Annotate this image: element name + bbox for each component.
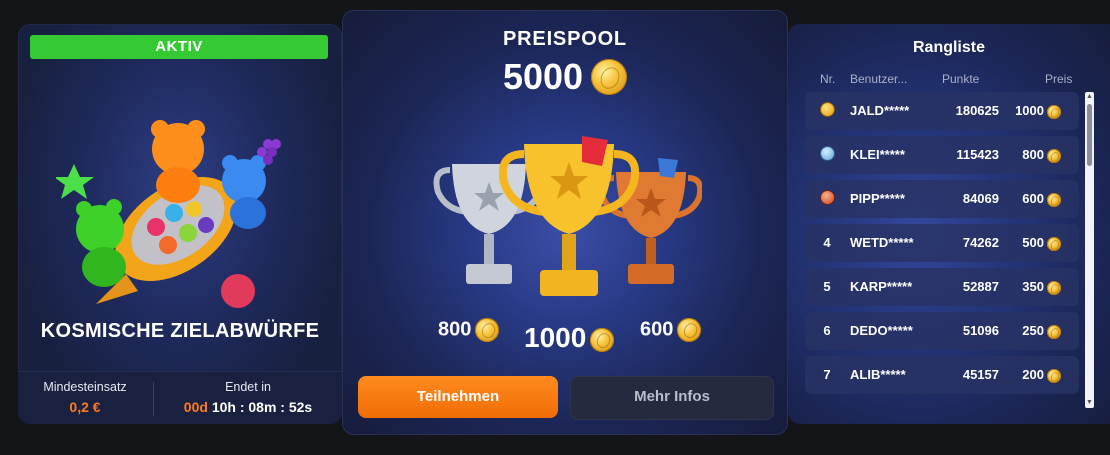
row-rank: 6 <box>823 323 831 338</box>
prize-pool-total: 5000 <box>342 56 788 98</box>
leaderboard-scrollbar[interactable]: ▲ ▼ <box>1085 92 1094 408</box>
coin-icon <box>475 318 500 342</box>
end-timer-section: Endet in 00d 10h : 08m : 52s <box>154 380 342 415</box>
game-artwork <box>56 120 281 308</box>
row-points: 180625 <box>955 103 999 118</box>
col-header-prize: Preis <box>1045 72 1073 86</box>
row-prize-value: 250 <box>1022 323 1044 338</box>
row-username: ALIB***** <box>850 367 906 382</box>
silver-medal-icon <box>820 147 834 160</box>
coin-icon <box>1047 368 1061 383</box>
silver-medal-icon <box>819 147 835 163</box>
bronze-medal-icon <box>819 191 835 207</box>
leaderboard-row: JALD***** 180625 1000 <box>805 92 1079 130</box>
row-points: 45157 <box>962 367 999 382</box>
row-username: DEDO***** <box>850 323 913 338</box>
row-prize-value: 350 <box>1022 279 1044 294</box>
leaderboard-title: Rangliste <box>912 39 985 56</box>
scroll-up-arrow[interactable]: ▲ <box>1085 93 1094 101</box>
countdown-timer: 00d 10h : 08m : 52s <box>154 399 342 415</box>
min-bet-value: 0,2 € <box>69 399 101 415</box>
game-info-footer: Mindesteinsatz 0,2 € Endet in 00d 10h : … <box>18 371 342 424</box>
min-bet-section: Mindesteinsatz 0,2 € <box>18 380 152 415</box>
prize-pool-amount: 5000 <box>502 56 584 97</box>
row-prize: 500 <box>1001 235 1061 251</box>
more-info-button[interactable]: Mehr Infos <box>570 376 774 420</box>
first-prize: 1000 <box>524 322 615 354</box>
scroll-down-arrow[interactable]: ▼ <box>1085 399 1094 407</box>
leaderboard-row: 4 WETD***** 74262 500 <box>805 224 1079 262</box>
gold-medal-icon <box>820 103 834 116</box>
second-prize: 800 <box>438 318 500 342</box>
leaderboard-panel: Rangliste Nr. Benutzer... Punkte Preis J… <box>788 24 1110 424</box>
game-card[interactable]: AKTIV KOSMISCHE ZIELABWÜRFE Mindesteinsa… <box>18 24 342 424</box>
row-points: 115423 <box>956 147 999 162</box>
leaderboard-row: 5 KARP***** 52887 350 <box>805 268 1079 306</box>
coin-icon <box>1047 104 1061 119</box>
row-points: 51096 <box>962 323 999 338</box>
countdown-time: 10h : 08m : 52s <box>211 399 313 415</box>
row-username: JALD***** <box>850 103 910 118</box>
leaderboard-row: 7 ALIB***** 45157 200 <box>805 356 1079 394</box>
third-prize: 600 <box>640 318 702 342</box>
coin-icon <box>677 318 702 342</box>
row-username: KARP***** <box>850 279 913 294</box>
countdown-days: 00d <box>183 399 208 415</box>
join-button[interactable]: Teilnehmen <box>358 376 558 418</box>
game-title: KOSMISCHE ZIELABWÜRFE <box>40 320 320 342</box>
row-points: 52887 <box>962 279 999 294</box>
second-prize-amount: 800 <box>438 318 472 341</box>
row-prize-value: 500 <box>1022 235 1044 250</box>
row-prize: 250 <box>1001 323 1061 339</box>
row-prize: 1000 <box>1001 103 1061 119</box>
col-header-rank: Nr. <box>820 72 836 86</box>
ends-label: Endet in <box>225 380 271 394</box>
col-header-user: Benutzer... <box>850 72 908 86</box>
row-rank: 5 <box>823 279 831 294</box>
leaderboard-list[interactable]: JALD***** 180625 1000 KLEI***** 115423 800 PIP… <box>805 92 1079 407</box>
bronze-medal-icon <box>820 191 834 204</box>
row-prize-value: 1000 <box>1015 103 1044 118</box>
trophy-icon <box>433 136 702 296</box>
coin-icon <box>1047 324 1061 339</box>
gold-medal-icon <box>819 103 835 119</box>
coin-icon <box>591 59 628 95</box>
coin-icon <box>1047 236 1061 251</box>
leaderboard-row: 6 DEDO***** 51096 250 <box>805 312 1079 350</box>
row-username: WETD***** <box>850 235 914 250</box>
min-bet-label: Mindesteinsatz <box>43 380 127 394</box>
status-badge: AKTIV <box>30 35 328 59</box>
coin-icon <box>1047 280 1061 295</box>
row-username: KLEI***** <box>850 147 905 162</box>
row-prize-value: 600 <box>1022 191 1044 206</box>
third-prize-amount: 600 <box>640 318 674 341</box>
col-header-points: Punkte <box>942 72 980 86</box>
prize-pool-card: PREISPOOL 5000 800 1000 600 Teilnehmen M… <box>342 10 788 435</box>
leaderboard-row: KLEI***** 115423 800 <box>805 136 1079 174</box>
row-points: 84069 <box>962 191 999 206</box>
row-prize-value: 800 <box>1022 147 1044 162</box>
row-rank: 4 <box>823 235 831 250</box>
row-prize: 600 <box>1001 191 1061 207</box>
first-prize-amount: 1000 <box>524 322 587 353</box>
row-points: 74262 <box>962 235 999 250</box>
row-prize: 200 <box>1001 367 1061 383</box>
leaderboard-row: PIPP***** 84069 600 <box>805 180 1079 218</box>
row-rank: 7 <box>823 367 831 382</box>
row-prize: 800 <box>1001 147 1061 163</box>
coin-icon <box>590 327 615 352</box>
row-prize-value: 200 <box>1022 367 1044 382</box>
row-prize: 350 <box>1001 279 1061 295</box>
prize-pool-label: PREISPOOL <box>503 28 627 50</box>
coin-icon <box>1047 192 1061 207</box>
row-username: PIPP***** <box>850 191 905 206</box>
coin-icon <box>1047 148 1061 163</box>
scroll-thumb[interactable] <box>1087 104 1092 166</box>
